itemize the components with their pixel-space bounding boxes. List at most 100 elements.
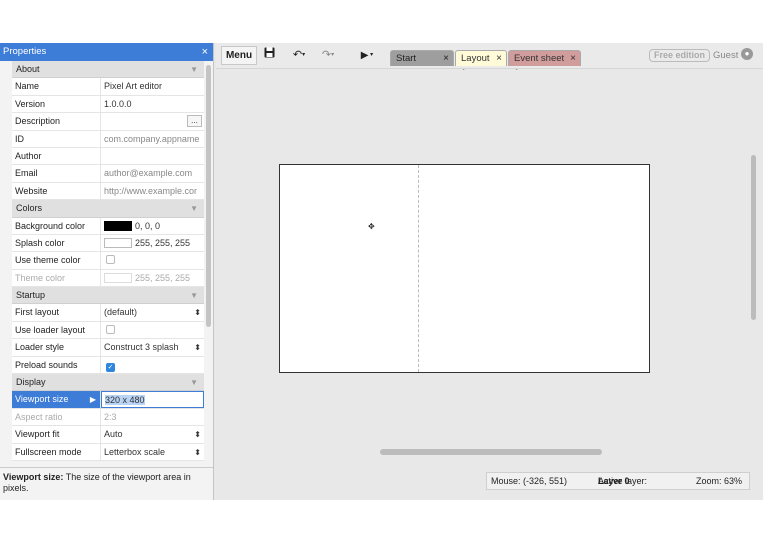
prop-value-name[interactable]: Pixel Art editor [101, 78, 204, 94]
select-arrows-icon: ⬍ [194, 308, 201, 318]
user-avatar-icon[interactable]: ● [741, 48, 753, 60]
prop-key: ID [12, 130, 101, 147]
section-about-label: About [16, 64, 40, 74]
prop-value-id[interactable]: com.company.appname [101, 131, 204, 147]
property-help-text: Viewport size: The size of the viewport … [0, 467, 213, 500]
prop-row-description[interactable]: Description ... [12, 113, 204, 131]
section-startup[interactable]: Startup ▼ [12, 287, 204, 305]
viewport-fit-select[interactable]: Auto ⬍ [101, 426, 204, 442]
select-arrows-icon: ⬍ [194, 447, 201, 457]
prop-row-email[interactable]: Email author@example.com [12, 165, 204, 183]
prop-key: Website [12, 182, 101, 200]
preload-sounds-checkbox[interactable]: ✓ [106, 362, 115, 372]
use-loader-layout-checkbox[interactable] [106, 324, 115, 334]
prop-value-splash-color[interactable]: 255, 255, 255 [101, 235, 204, 251]
prop-value-website[interactable]: http://www.example.cor [101, 183, 204, 199]
active-layer-label: Active layer: [598, 476, 648, 486]
prop-row-splash-color[interactable]: Splash color 255, 255, 255 [12, 234, 204, 253]
close-tab-icon[interactable]: × [570, 51, 576, 66]
color-swatch[interactable] [104, 220, 132, 231]
select-arrows-icon: ⬍ [194, 343, 201, 353]
tab-start-page[interactable]: Start page × [390, 50, 454, 79]
website-value: http://www.example.cor [104, 185, 198, 196]
prop-row-id[interactable]: ID com.company.appname [12, 130, 204, 148]
status-bar: Mouse: (-326, 551) Active layer: Layer 0… [486, 472, 750, 490]
play-preview-icon[interactable]: ▶ ▾ [356, 46, 378, 65]
prop-value-version[interactable]: 1.0.0.0 [101, 96, 204, 112]
color-swatch [104, 272, 132, 283]
first-layout-value: (default) [104, 307, 138, 318]
close-icon[interactable]: × [202, 43, 208, 61]
prop-key: Description [12, 113, 101, 130]
use-theme-color-checkbox[interactable] [106, 255, 115, 265]
select-arrows-icon: ⬍ [194, 430, 201, 440]
prop-value-author[interactable] [101, 148, 204, 164]
prop-row-website[interactable]: Website http://www.example.cor [12, 182, 204, 201]
help-label: Viewport size: [3, 472, 64, 482]
color-swatch[interactable] [104, 237, 132, 248]
prop-key: Theme color [12, 269, 101, 287]
menu-button[interactable]: Menu [221, 46, 257, 65]
prop-row-loader-style[interactable]: Loader style Construct 3 splash ⬍ [12, 339, 204, 357]
prop-row-fullscreen-mode[interactable]: Fullscreen mode Letterbox scale ⬍ [12, 443, 204, 461]
first-layout-select[interactable]: (default) ⬍ [101, 304, 204, 320]
prop-row-name[interactable]: Name Pixel Art editor [12, 78, 204, 96]
prop-row-author[interactable]: Author [12, 147, 204, 166]
prop-row-version[interactable]: Version 1.0.0.0 [12, 95, 204, 114]
viewport-size-input[interactable]: 320 x 480 [101, 391, 204, 408]
prop-row-use-loader-layout[interactable]: Use loader layout [12, 321, 204, 340]
edit-description-button[interactable]: ... [187, 115, 202, 128]
user-name[interactable]: Guest [713, 48, 738, 63]
free-edition-badge[interactable]: Free edition [649, 49, 710, 62]
prop-row-theme-color: Theme color 255, 255, 255 [12, 269, 204, 288]
prop-value-background-color[interactable]: 0, 0, 0 [101, 218, 204, 234]
section-colors-label: Colors [16, 203, 43, 214]
prop-value-email[interactable]: author@example.com [101, 165, 204, 181]
prop-key: Aspect ratio [12, 408, 101, 426]
mouse-position: Mouse: (-326, 551) [491, 476, 568, 486]
save-icon[interactable] [261, 46, 277, 65]
prop-key: Use loader layout [12, 321, 101, 339]
prop-row-use-theme-color[interactable]: Use theme color [12, 252, 204, 270]
redo-icon[interactable]: ↷▾ [317, 46, 339, 65]
prop-value-use-theme-color[interactable] [101, 252, 204, 268]
prop-row-first-layout[interactable]: First layout (default) ⬍ [12, 304, 204, 322]
layout-view[interactable]: ✥ Mouse: (-326, 551) Active layer: Layer… [216, 70, 750, 490]
close-tab-icon[interactable]: × [443, 51, 449, 66]
tab-event-sheet-1[interactable]: Event sheet 1 × [508, 50, 581, 79]
prop-value-use-loader-layout[interactable] [101, 322, 204, 338]
prop-row-viewport-fit[interactable]: Viewport fit Auto ⬍ [12, 426, 204, 444]
prop-row-background-color[interactable]: Background color 0, 0, 0 [12, 217, 204, 235]
tab-layout-1[interactable]: Layout 1 × [455, 50, 507, 79]
close-tab-icon[interactable]: × [496, 51, 502, 66]
fullscreen-mode-select[interactable]: Letterbox scale ⬍ [101, 444, 204, 460]
viewport-guide-line [418, 165, 419, 372]
prop-row-preload-sounds[interactable]: Preload sounds ✓ [12, 356, 204, 375]
viewport-fit-value: Auto [104, 429, 123, 440]
zoom-level: Zoom: 63% [696, 476, 743, 486]
section-colors[interactable]: Colors ▼ [12, 200, 204, 218]
prop-value-description[interactable]: ... [101, 113, 204, 129]
collapse-triangle-icon[interactable]: ▼ [190, 61, 198, 78]
prop-key: First layout [12, 304, 101, 321]
section-about[interactable]: About ▼ [12, 61, 204, 79]
undo-icon[interactable]: ↶▾ [288, 46, 310, 65]
loader-style-select[interactable]: Construct 3 splash ⬍ [101, 339, 204, 355]
prop-row-viewport-size[interactable]: Viewport size ▶ 320 x 480 [12, 391, 204, 409]
prop-value-preload-sounds[interactable]: ✓ [101, 357, 204, 373]
collapse-triangle-icon[interactable]: ▼ [190, 374, 198, 391]
properties-panel: Properties × About ▼ Name Pixel Art edit… [0, 43, 214, 500]
layout-horizontal-scrollbar[interactable] [380, 449, 602, 455]
id-value: com.company.appname [104, 133, 200, 144]
layout-canvas[interactable]: ✥ [279, 164, 650, 373]
scrollbar-thumb[interactable] [206, 65, 211, 327]
properties-scrollbar[interactable] [205, 61, 212, 491]
prop-key: Preload sounds [12, 356, 101, 374]
layout-vertical-scrollbar[interactable] [751, 155, 756, 320]
prop-key: Background color [12, 217, 101, 234]
collapse-triangle-icon[interactable]: ▼ [190, 287, 198, 304]
prop-key: Loader style [12, 339, 101, 356]
section-display-label: Display [16, 377, 46, 388]
section-display[interactable]: Display ▼ [12, 374, 204, 392]
collapse-triangle-icon[interactable]: ▼ [190, 200, 198, 217]
